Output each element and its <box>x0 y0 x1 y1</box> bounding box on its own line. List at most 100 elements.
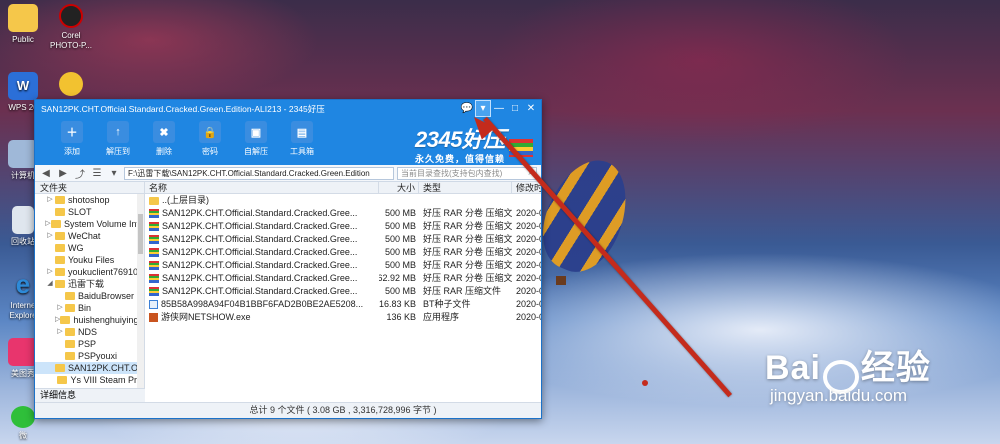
tree-item[interactable]: PSPyouxi <box>35 350 144 362</box>
file-name: SAN12PK.CHT.Official.Standard.Cracked.Gr… <box>145 272 379 285</box>
address-bar[interactable]: F:\迅雷下载\SAN12PK.CHT.Official.Standard.Cr… <box>124 166 394 180</box>
file-row[interactable]: SAN12PK.CHT.Official.Standard.Cracked.Gr… <box>145 272 541 285</box>
up-directory-row[interactable]: ..(上层目录) <box>145 194 541 207</box>
trash-icon: ✖ <box>153 121 175 143</box>
chat-icon[interactable]: 💬 <box>459 100 475 117</box>
tree-item-label: SLOT <box>68 207 92 217</box>
folder-icon <box>8 4 38 32</box>
add-button[interactable]: ＋ 添加 <box>49 117 95 165</box>
tree-list: ▷ shotoshop SLOT ▷ System Volume Info ▷ WeChat… <box>35 194 144 386</box>
file-rows: SAN12PK.CHT.Official.Standard.Cracked.Gr… <box>145 207 541 324</box>
expand-arrow-icon[interactable]: ▷ <box>55 326 65 338</box>
folder-icon <box>65 304 75 312</box>
app-icon <box>59 72 83 96</box>
tree-item-label: 迅雷下载 <box>68 279 105 289</box>
minimize-button[interactable]: — <box>491 100 507 117</box>
desktop-icon-app[interactable] <box>48 72 94 99</box>
close-button[interactable]: ✕ <box>523 100 539 117</box>
torrent-file-icon <box>149 300 158 309</box>
file-size: 500 MB <box>384 260 416 270</box>
up-folder-icon[interactable]: ⤴ <box>73 167 87 181</box>
tree-item[interactable]: ▷ youkuclient769103 <box>35 266 144 278</box>
tree-item[interactable]: ▷ System Volume Info <box>35 218 144 230</box>
red-dot <box>642 380 648 386</box>
detail-panel-toggle[interactable]: 详细信息 <box>35 388 145 402</box>
toolbox-button[interactable]: ▤ 工具箱 <box>279 117 325 165</box>
tree-item[interactable]: SAN12PK.CHT.Offi <box>35 362 144 374</box>
tree-item[interactable]: ◢ 迅雷下载 <box>35 278 144 290</box>
password-button[interactable]: 🔒 密码 <box>187 117 233 165</box>
folder-icon <box>55 268 65 276</box>
tree-item[interactable]: ▷ WeChat <box>35 230 144 242</box>
column-date[interactable]: 修改时间 <box>512 182 541 194</box>
file-name: SAN12PK.CHT.Official.Standard.Cracked.Gr… <box>145 246 379 259</box>
desktop-icon-public[interactable]: Public <box>0 4 46 45</box>
rar-file-icon <box>149 235 159 244</box>
column-type[interactable]: 类型 <box>419 182 512 194</box>
view-mode-icon[interactable]: ☰ <box>90 167 104 180</box>
file-date: 2020-03-0 <box>516 221 541 231</box>
file-row[interactable]: 游侠网NETSHOW.exe 136 KB 应用程序 2020-03-0 <box>145 311 541 324</box>
extract-icon: ↑ <box>107 121 129 143</box>
file-row[interactable]: SAN12PK.CHT.Official.Standard.Cracked.Gr… <box>145 259 541 272</box>
toolbox-icon: ▤ <box>291 121 313 143</box>
folder-icon <box>65 352 75 360</box>
tree-item[interactable]: ▷ Bin <box>35 302 144 314</box>
tree-item-label: Bin <box>78 303 92 313</box>
file-date: 2020-03-0 <box>516 208 541 218</box>
expand-arrow-icon[interactable]: ▷ <box>45 194 55 206</box>
tree-item-label: huishenghuiying20 <box>73 315 144 325</box>
file-row[interactable]: 85B58A998A94F04B1BBF6FAD2B0BE2AE5208... 1… <box>145 298 541 311</box>
folder-icon <box>57 376 68 384</box>
file-size: 500 MB <box>384 221 416 231</box>
tree-item[interactable]: PSP <box>35 338 144 350</box>
tree-item[interactable]: Ys VIII Steam Prel <box>35 374 144 386</box>
file-row[interactable]: SAN12PK.CHT.Official.Standard.Cracked.Gr… <box>145 207 541 220</box>
file-row[interactable]: SAN12PK.CHT.Official.Standard.Cracked.Gr… <box>145 246 541 259</box>
desktop-icon-corel[interactable]: Corel PHOTO-P... <box>48 4 94 51</box>
folder-icon <box>55 364 65 372</box>
list-header: 名称 大小 类型 修改时间 <box>145 182 541 194</box>
baidu-watermark: Bai 经验 jingyan.baidu.com <box>765 349 931 405</box>
back-icon[interactable]: ◀ <box>39 167 53 180</box>
forward-icon[interactable]: ▶ <box>56 167 70 180</box>
column-size[interactable]: 大小 <box>379 182 419 194</box>
file-list: 名称 大小 类型 修改时间 ..(上层目录) SAN12PK.CHT.Offic… <box>145 182 541 402</box>
tree-item[interactable]: Youku Files <box>35 254 144 266</box>
tree-item[interactable]: ▷ huishenghuiying20 <box>35 314 144 326</box>
title-bar[interactable]: SAN12PK.CHT.Official.Standard.Cracked.Gr… <box>35 100 541 117</box>
expand-arrow-icon[interactable]: ▷ <box>45 266 55 278</box>
folder-icon <box>55 208 65 216</box>
tree-item[interactable]: SLOT <box>35 206 144 218</box>
file-row[interactable]: SAN12PK.CHT.Official.Standard.Cracked.Gr… <box>145 233 541 246</box>
expand-arrow-icon[interactable]: ◢ <box>45 278 55 290</box>
nav-bar: ◀ ▶ ⤴ ☰ ▾ F:\迅雷下载\SAN12PK.CHT.Official.S… <box>35 165 541 182</box>
view-dropdown-icon[interactable]: ▾ <box>107 167 121 180</box>
self-extract-button[interactable]: ▣ 自解压 <box>233 117 279 165</box>
tree-item-label: youkuclient769103 <box>68 267 144 277</box>
rar-file-icon <box>149 209 159 218</box>
rar-file-icon <box>149 248 159 257</box>
expand-arrow-icon[interactable]: ▷ <box>55 302 65 314</box>
file-row[interactable]: SAN12PK.CHT.Official.Standard.Cracked.Gr… <box>145 220 541 233</box>
column-name[interactable]: 名称 <box>145 182 379 194</box>
extract-button[interactable]: ↑ 解压到 <box>95 117 141 165</box>
maximize-button[interactable]: □ <box>507 100 523 117</box>
search-input[interactable]: 当前目录查找(支持包内查找) ⌕ <box>397 166 537 180</box>
file-type: 好压 RAR 分卷 压缩文件 <box>423 234 512 244</box>
tree-item[interactable]: ▷ NDS <box>35 326 144 338</box>
tree-item-label: Youku Files <box>68 255 115 265</box>
rar-file-icon <box>149 274 159 283</box>
tree-scrollbar[interactable] <box>137 194 144 388</box>
expand-arrow-icon[interactable]: ▷ <box>45 230 55 242</box>
folder-icon <box>149 196 159 205</box>
scroll-thumb[interactable] <box>138 214 143 254</box>
delete-button[interactable]: ✖ 删除 <box>141 117 187 165</box>
file-type: 应用程序 <box>423 312 460 322</box>
tree-item[interactable]: WG <box>35 242 144 254</box>
file-row[interactable]: SAN12PK.CHT.Official.Standard.Cracked.Gr… <box>145 285 541 298</box>
tree-item[interactable]: BaiduBrowser <box>35 290 144 302</box>
tree-item[interactable]: ▷ shotoshop <box>35 194 144 206</box>
file-name: 85B58A998A94F04B1BBF6FAD2B0BE2AE5208... <box>145 298 379 311</box>
file-type: 好压 RAR 分卷 压缩文件 <box>423 260 512 270</box>
